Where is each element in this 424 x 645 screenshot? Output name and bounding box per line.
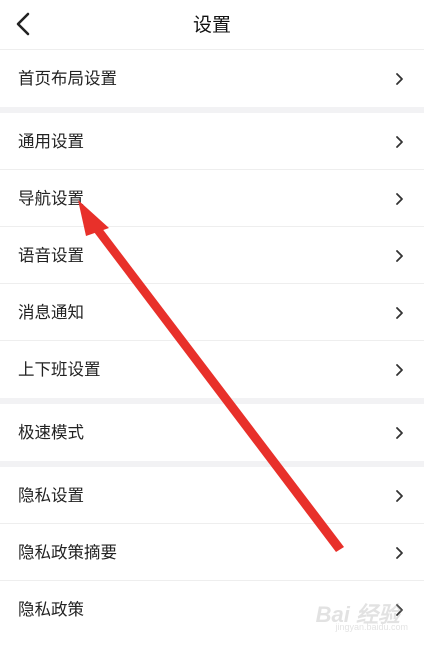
settings-item-notifications[interactable]: 消息通知 <box>0 284 424 341</box>
settings-item-label: 首页布局设置 <box>18 68 117 88</box>
settings-item-label: 隐私政策 <box>18 599 84 619</box>
chevron-right-icon <box>394 72 404 86</box>
settings-item-speed-mode[interactable]: 极速模式 <box>0 404 424 461</box>
chevron-right-icon <box>394 192 404 206</box>
settings-item-label: 导航设置 <box>18 188 84 208</box>
chevron-right-icon <box>394 249 404 263</box>
chevron-right-icon <box>394 306 404 320</box>
page-title: 设置 <box>192 14 231 36</box>
settings-list: 首页布局设置 通用设置 导航设置 语音设置 消息通知 上下班设置 极速模式 隐私… <box>0 50 424 638</box>
chevron-right-icon <box>394 546 404 560</box>
chevron-right-icon <box>394 489 404 503</box>
chevron-right-icon <box>394 363 404 377</box>
settings-item-privacy-policy[interactable]: 隐私政策 <box>0 581 424 638</box>
settings-item-navigation[interactable]: 导航设置 <box>0 170 424 227</box>
settings-item-homepage-layout[interactable]: 首页布局设置 <box>0 50 424 107</box>
settings-item-label: 极速模式 <box>18 422 84 442</box>
settings-item-commute[interactable]: 上下班设置 <box>0 341 424 398</box>
chevron-right-icon <box>394 603 404 617</box>
settings-item-label: 通用设置 <box>18 131 84 151</box>
settings-item-privacy-summary[interactable]: 隐私政策摘要 <box>0 524 424 581</box>
chevron-right-icon <box>394 135 404 149</box>
settings-item-privacy[interactable]: 隐私设置 <box>0 467 424 524</box>
settings-item-label: 语音设置 <box>18 245 84 265</box>
top-nav-bar: 设置 <box>0 0 424 50</box>
settings-item-label: 消息通知 <box>18 302 84 322</box>
settings-item-voice[interactable]: 语音设置 <box>0 227 424 284</box>
settings-item-general[interactable]: 通用设置 <box>0 113 424 170</box>
settings-item-label: 隐私设置 <box>18 485 84 505</box>
settings-item-label: 隐私政策摘要 <box>18 542 117 562</box>
chevron-right-icon <box>394 426 404 440</box>
settings-item-label: 上下班设置 <box>18 359 101 379</box>
